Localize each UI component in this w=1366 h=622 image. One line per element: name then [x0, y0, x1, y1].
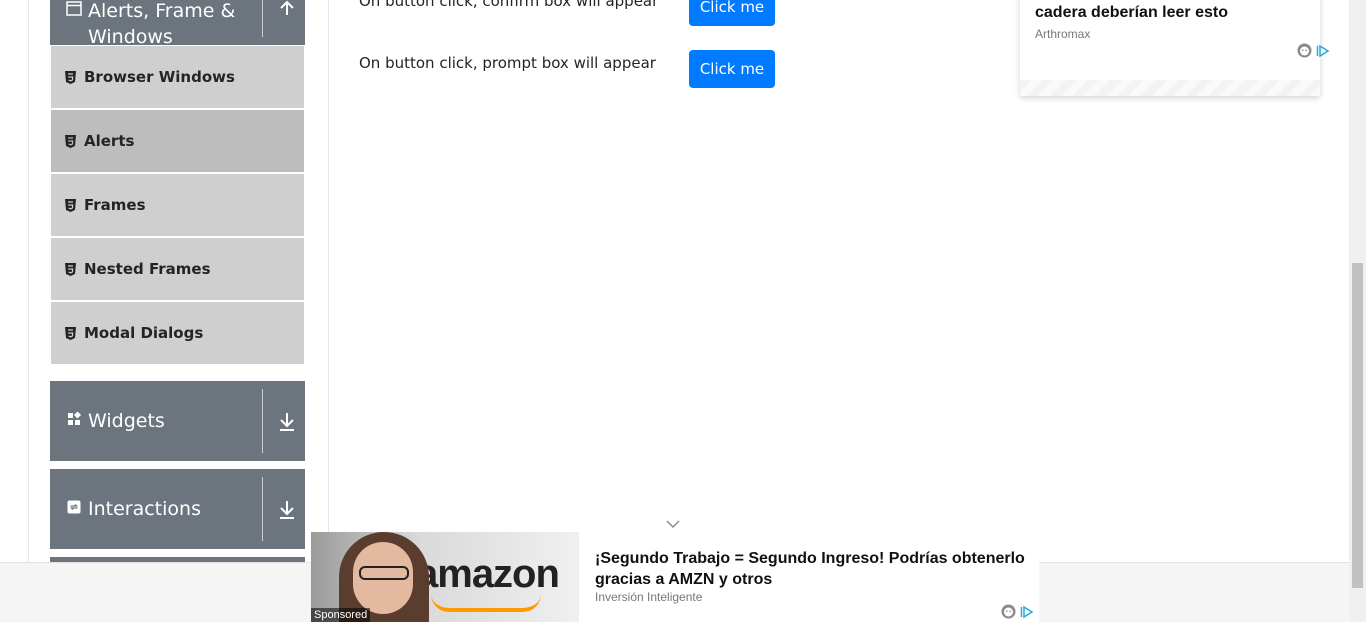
- confirm-box-description: On button click, confirm box will appear: [359, 0, 659, 10]
- sidebar-item-label: Modal Dialogs: [84, 324, 204, 342]
- sponsored-label: Sponsored: [311, 608, 371, 622]
- ad-top-icons: [1297, 43, 1330, 63]
- sidebar-item-browser-windows[interactable]: Browser Windows: [51, 46, 304, 108]
- ad-source[interactable]: Inversión Inteligente: [595, 590, 702, 604]
- vertical-scrollbar[interactable]: [1349, 0, 1366, 622]
- expand-arrow-icon[interactable]: [277, 498, 297, 520]
- group-title-line1: Alerts, Frame &: [88, 0, 236, 22]
- chevron-down-icon[interactable]: [665, 516, 681, 528]
- ad-title[interactable]: ¡Segundo Trabajo = Segundo Ingreso! Podr…: [595, 548, 1035, 590]
- group-header-divider: [262, 389, 263, 453]
- html5-icon: [65, 262, 76, 276]
- sidebar-item-label: Browser Windows: [84, 68, 235, 86]
- sidebar-item-alerts[interactable]: Alerts: [51, 110, 304, 172]
- group-header-divider: [262, 477, 263, 541]
- interactions-icon: [66, 499, 82, 520]
- ad-bottom-icons: [1001, 604, 1034, 622]
- sidebar-left-border: [28, 0, 29, 562]
- group-title: Widgets: [88, 410, 165, 432]
- ad-image-word: amazon: [416, 552, 560, 596]
- prompt-click-button[interactable]: Click me: [689, 50, 775, 88]
- ad-top-right[interactable]: cadera deberían leer esto Arthromax: [1020, 0, 1320, 96]
- ad-source[interactable]: Arthromax: [1035, 27, 1090, 41]
- collapse-arrow-icon[interactable]: [277, 0, 297, 19]
- sidebar-right-border: [328, 0, 329, 562]
- adchoices-icon[interactable]: [1020, 605, 1034, 622]
- smiley-icon[interactable]: [1001, 604, 1016, 622]
- sidebar-item-nested-frames[interactable]: Nested Frames: [51, 238, 304, 300]
- html5-icon: [65, 134, 76, 148]
- sidebar-item-label: Alerts: [84, 132, 135, 150]
- sidebar-item-label: Nested Frames: [84, 260, 211, 278]
- sidebar-item-label: Frames: [84, 196, 146, 214]
- group-header-interactions[interactable]: Interactions: [50, 469, 305, 549]
- page: Alerts, Frame & Windows Browser Windows …: [0, 0, 1366, 622]
- expand-arrow-icon[interactable]: [277, 410, 297, 432]
- group-header-widgets[interactable]: Widgets: [50, 381, 305, 461]
- prompt-box-description: On button click, prompt box will appear: [359, 54, 656, 72]
- ad-bottom-banner[interactable]: amazon Sponsored ¡Segundo Trabajo = Segu…: [311, 532, 1039, 622]
- html5-icon: [65, 70, 76, 84]
- group-header-alerts-frame-windows[interactable]: Alerts, Frame & Windows: [50, 0, 305, 48]
- sidebar-item-frames[interactable]: Frames: [51, 174, 304, 236]
- glasses-graphic: [359, 566, 409, 580]
- window-icon: [66, 1, 82, 21]
- ad-title[interactable]: cadera deberían leer esto: [1035, 4, 1228, 22]
- html5-icon: [65, 326, 76, 340]
- confirm-click-button[interactable]: Click me: [689, 0, 775, 26]
- adchoices-icon[interactable]: [1316, 44, 1330, 63]
- html5-icon: [65, 198, 76, 212]
- ad-background-pattern: [1020, 80, 1320, 96]
- smiley-icon[interactable]: [1297, 43, 1312, 63]
- sidebar-item-modal-dialogs[interactable]: Modal Dialogs: [51, 302, 304, 364]
- widgets-icon: [66, 410, 82, 432]
- amazon-smile-graphic: [431, 594, 541, 612]
- scrollbar-thumb[interactable]: [1352, 263, 1363, 588]
- group-title: Interactions: [88, 498, 201, 520]
- ad-image[interactable]: amazon Sponsored: [311, 532, 579, 622]
- group-header-divider: [262, 0, 263, 37]
